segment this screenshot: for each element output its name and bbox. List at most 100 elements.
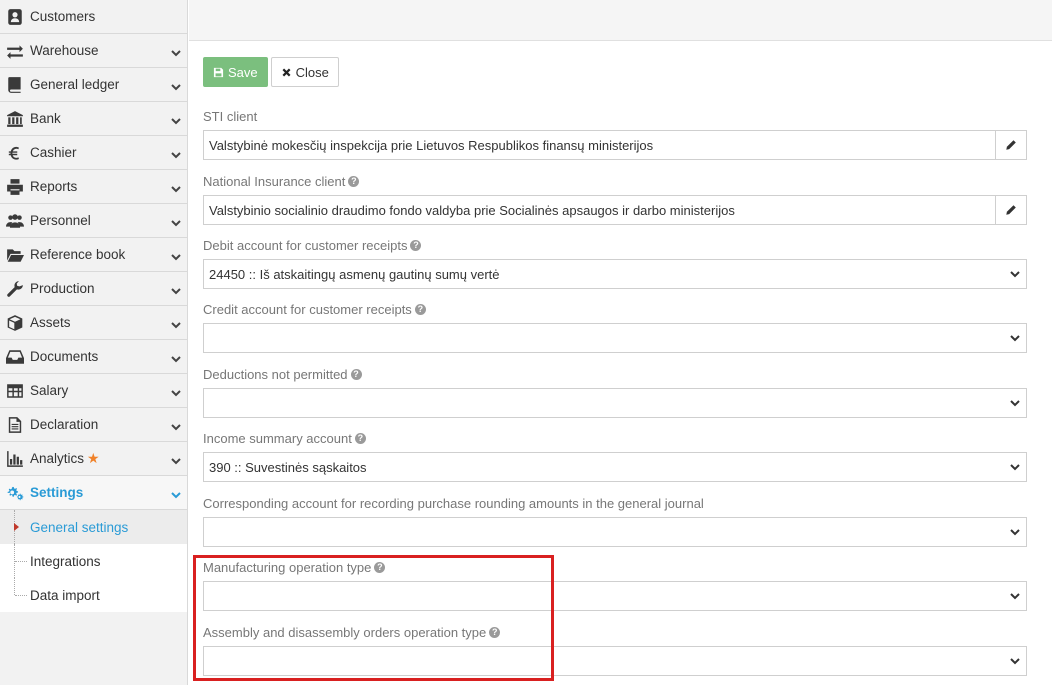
debit-account-field: Debit account for customer receipts? 244… bbox=[203, 236, 1027, 289]
income-summary-select[interactable]: 390 :: Suvestinės sąskaitos bbox=[203, 452, 1027, 482]
help-icon[interactable]: ? bbox=[348, 175, 360, 187]
field-label-text: Manufacturing operation type bbox=[203, 559, 372, 575]
debit-account-label: Debit account for customer receipts? bbox=[203, 236, 1027, 254]
chevron-down-icon bbox=[171, 216, 181, 226]
sidebar-item-salary[interactable]: Salary bbox=[0, 374, 187, 408]
help-icon[interactable]: ? bbox=[489, 626, 501, 638]
sidebar-item-label: Bank bbox=[30, 111, 61, 126]
sidebar-item-label: General ledger bbox=[30, 77, 120, 92]
sidebar-item-label: Personnel bbox=[30, 213, 91, 228]
sti-client-input[interactable]: Valstybinė mokesčių inspekcija prie Liet… bbox=[203, 130, 1027, 160]
sti-client-field: STI client Valstybinė mokesčių inspekcij… bbox=[203, 107, 1027, 160]
field-label-text: Credit account for customer receipts bbox=[203, 301, 412, 317]
assembly-op-label: Assembly and disassembly orders operatio… bbox=[203, 623, 1027, 641]
chevron-down-icon bbox=[1004, 518, 1026, 546]
sidebar-item-analytics[interactable]: Analytics ★ bbox=[0, 442, 187, 476]
wrench-icon bbox=[5, 279, 25, 299]
star-icon: ★ bbox=[87, 450, 100, 466]
chevron-down-icon bbox=[171, 488, 181, 498]
chevron-down-icon bbox=[171, 386, 181, 396]
chevron-down-icon bbox=[1004, 324, 1026, 352]
floppy-disk-icon bbox=[213, 67, 224, 77]
help-icon[interactable]: ? bbox=[410, 239, 422, 251]
sidebar-item-assets[interactable]: Assets bbox=[0, 306, 187, 340]
inbox-icon bbox=[5, 347, 25, 367]
ni-client-value: Valstybinio socialinio draudimo fondo va… bbox=[209, 202, 735, 218]
chevron-down-icon bbox=[171, 46, 181, 56]
help-icon[interactable]: ? bbox=[350, 368, 362, 380]
help-icon[interactable]: ? bbox=[354, 432, 366, 444]
bar-chart-icon bbox=[5, 449, 25, 469]
sidebar-subitem-label: General settings bbox=[30, 519, 129, 535]
sidebar-item-documents[interactable]: Documents bbox=[0, 340, 187, 374]
cube-icon bbox=[5, 313, 25, 333]
close-button[interactable]: Close bbox=[270, 57, 339, 87]
sidebar-item-general-ledger[interactable]: General ledger bbox=[0, 68, 187, 102]
income-summary-label: Income summary account? bbox=[203, 429, 1027, 447]
chevron-down-icon bbox=[171, 454, 181, 464]
chevron-down-icon bbox=[1004, 582, 1026, 610]
sidebar-item-label: Analytics ★ bbox=[30, 450, 171, 467]
assembly-op-select[interactable] bbox=[203, 646, 1027, 676]
field-label-text: Debit account for customer receipts bbox=[203, 237, 408, 253]
chevron-down-icon bbox=[171, 284, 181, 294]
manufacturing-op-label: Manufacturing operation type? bbox=[203, 558, 1027, 576]
credit-account-field: Credit account for customer receipts? bbox=[203, 300, 1027, 353]
sidebar-item-production[interactable]: Production bbox=[0, 272, 187, 306]
deductions-select[interactable] bbox=[203, 388, 1027, 418]
field-label-text: Income summary account bbox=[203, 430, 352, 446]
ni-client-input[interactable]: Valstybinio socialinio draudimo fondo va… bbox=[203, 195, 1027, 225]
sidebar-item-label: Customers bbox=[30, 9, 96, 24]
sidebar-item-label: Reports bbox=[30, 179, 78, 194]
chevron-down-icon bbox=[171, 182, 181, 192]
sidebar-item-reference-book[interactable]: Reference book bbox=[0, 238, 187, 272]
sidebar-item-label: Documents bbox=[30, 349, 99, 364]
rounding-account-label: Corresponding account for recording purc… bbox=[203, 494, 1027, 512]
sidebar-item-cashier[interactable]: Cashier bbox=[0, 136, 187, 170]
field-label-text: STI client bbox=[203, 108, 258, 124]
field-label-text: Corresponding account for recording purc… bbox=[203, 495, 704, 511]
debit-account-value: 24450 :: Iš atskaitingų asmenų gautinų s… bbox=[209, 266, 500, 282]
chevron-down-icon bbox=[171, 352, 181, 362]
field-label-text: National Insurance client bbox=[203, 173, 346, 189]
chevron-down-icon bbox=[1004, 453, 1026, 481]
sidebar-item-bank[interactable]: Bank bbox=[0, 102, 187, 136]
sidebar-item-reports[interactable]: Reports bbox=[0, 170, 187, 204]
sidebar-subitem-integrations[interactable]: Integrations bbox=[0, 544, 187, 578]
save-button-label: Save bbox=[228, 64, 258, 80]
sidebar-item-personnel[interactable]: Personnel bbox=[0, 204, 187, 238]
help-icon[interactable]: ? bbox=[374, 561, 386, 573]
rounding-account-select[interactable] bbox=[203, 517, 1027, 547]
close-button-label: Close bbox=[295, 64, 329, 80]
chevron-down-icon bbox=[1004, 389, 1026, 417]
deductions-field: Deductions not permitted? bbox=[203, 365, 1027, 418]
sidebar-item-warehouse[interactable]: Warehouse bbox=[0, 34, 187, 68]
sidebar-subitem-data-import[interactable]: Data import bbox=[0, 578, 187, 612]
debit-account-select[interactable]: 24450 :: Iš atskaitingų asmenų gautinų s… bbox=[203, 259, 1027, 289]
sidebar-item-declaration[interactable]: Declaration bbox=[0, 408, 187, 442]
caret-right-icon bbox=[14, 523, 19, 531]
save-button[interactable]: Save bbox=[203, 57, 268, 87]
edit-ni-client-button[interactable] bbox=[995, 196, 1026, 224]
manufacturing-op-select[interactable] bbox=[203, 581, 1027, 611]
sidebar-item-label: Production bbox=[30, 281, 95, 296]
edit-sti-client-button[interactable] bbox=[995, 131, 1026, 159]
chevron-down-icon bbox=[171, 148, 181, 158]
bank-icon bbox=[5, 109, 25, 129]
pencil-icon bbox=[1006, 140, 1016, 150]
table-icon bbox=[5, 381, 25, 401]
help-icon[interactable]: ? bbox=[414, 303, 426, 315]
sidebar-item-settings[interactable]: Settings bbox=[0, 476, 187, 510]
sidebar-subitem-general-settings[interactable]: General settings bbox=[0, 510, 187, 544]
credit-account-select[interactable] bbox=[203, 323, 1027, 353]
sidebar-item-customers[interactable]: Customers bbox=[0, 0, 187, 34]
chevron-down-icon bbox=[1004, 647, 1026, 675]
sidebar-item-label: Assets bbox=[30, 315, 71, 330]
credit-account-label: Credit account for customer receipts? bbox=[203, 300, 1027, 318]
chevron-down-icon bbox=[1004, 260, 1026, 288]
deductions-label: Deductions not permitted? bbox=[203, 365, 1027, 383]
chevron-down-icon bbox=[171, 420, 181, 430]
field-label-text: Assembly and disassembly orders operatio… bbox=[203, 624, 487, 640]
chevron-down-icon bbox=[171, 114, 181, 124]
sidebar-item-label: Settings bbox=[30, 485, 84, 500]
